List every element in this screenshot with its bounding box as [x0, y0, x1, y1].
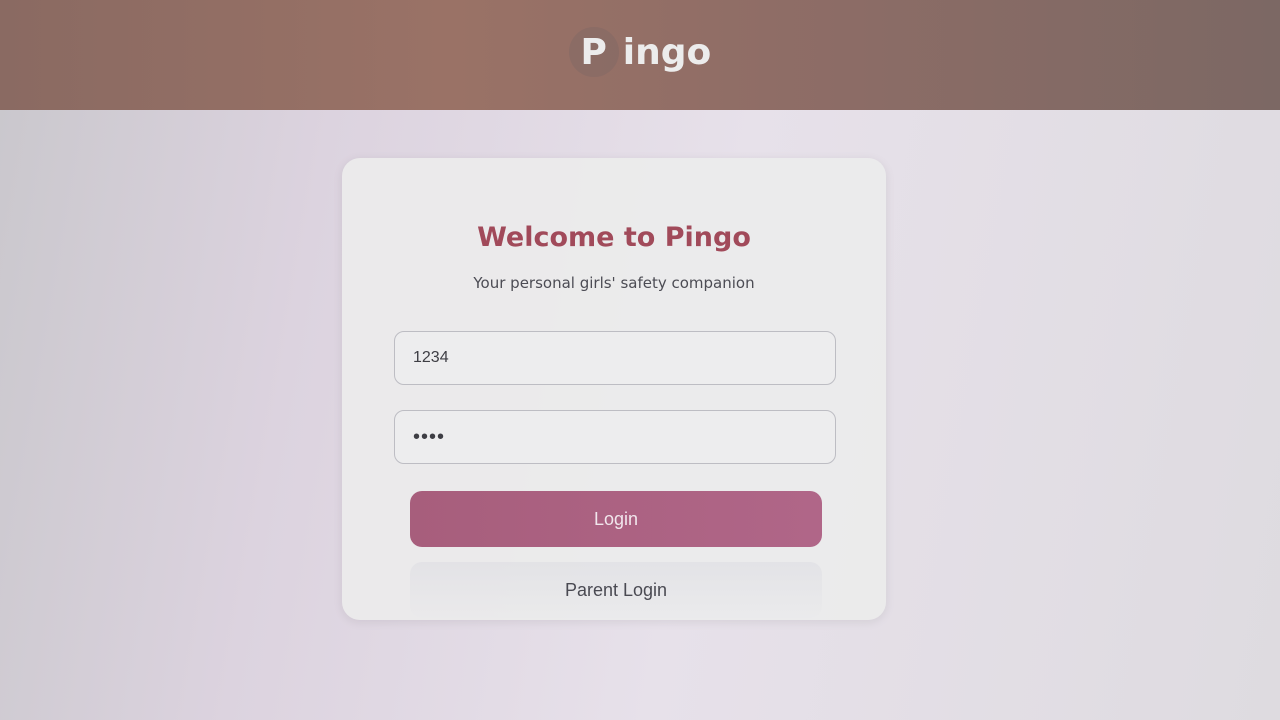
parent-login-button[interactable]: Parent Login	[410, 562, 822, 618]
brand-name: ingo	[622, 31, 712, 73]
username-input[interactable]	[394, 331, 836, 385]
brand-logo: P ingo	[568, 27, 712, 77]
welcome-subtitle: Your personal girls' safety companion	[473, 274, 755, 292]
app-header: P ingo	[0, 0, 1280, 110]
login-button[interactable]: Login	[410, 491, 822, 547]
welcome-title: Welcome to Pingo	[477, 222, 751, 253]
password-input[interactable]	[394, 410, 836, 464]
login-card: Welcome to Pingo Your personal girls' sa…	[342, 158, 886, 620]
brand-initial: P	[568, 27, 619, 77]
